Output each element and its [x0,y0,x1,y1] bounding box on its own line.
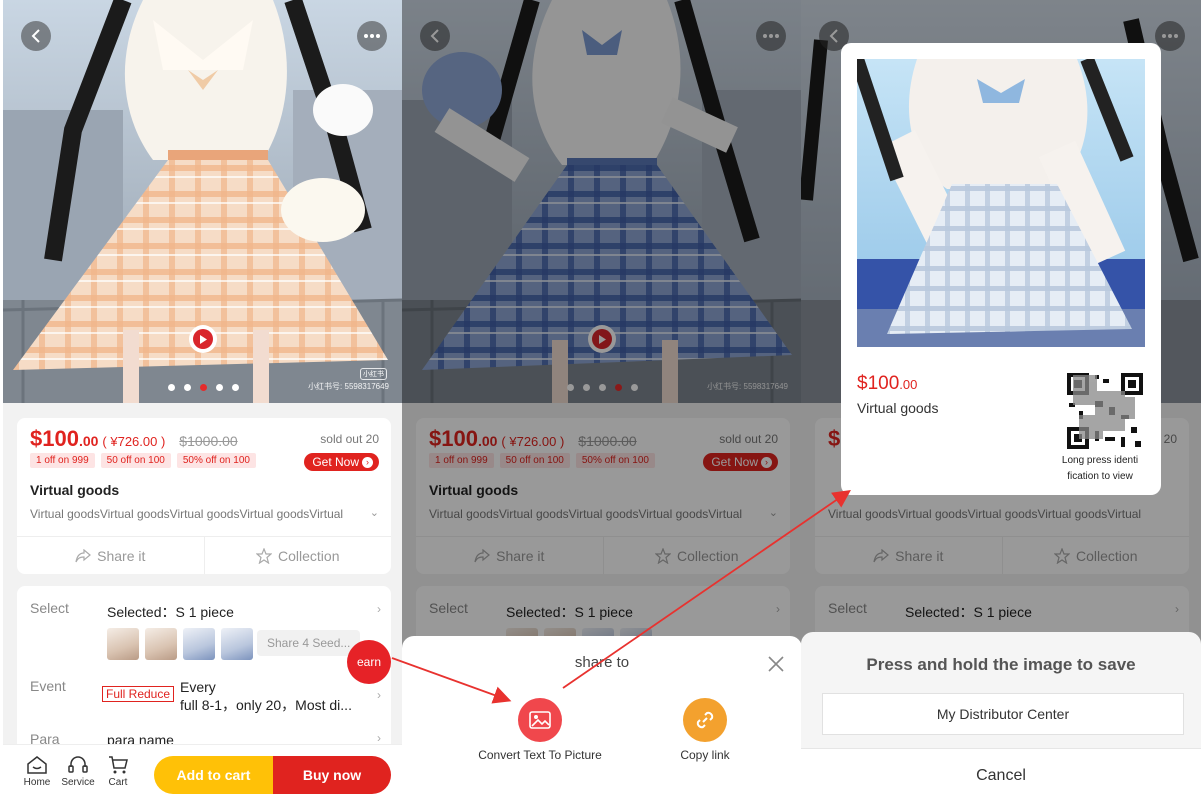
qr-code-image [1065,371,1145,451]
poster-title: Virtual goods [857,400,939,416]
coupon-list: 1 off on 999 50 off on 100 50% off on 10… [30,453,256,468]
chevron-right-icon[interactable]: › [377,602,381,616]
price-cents: .00 [78,433,99,449]
earn-button[interactable]: earn [347,640,391,684]
cart-icon [109,756,128,774]
product-description[interactable]: Virtual goodsVirtual goodsVirtual goodsV… [30,507,380,521]
price-original: $1000.00 [179,433,238,449]
price-card: $100 .00 ( ¥726.00 ) $1000.00 sold out 2… [17,418,391,574]
carousel-dot[interactable] [231,384,239,391]
carousel-dot[interactable] [167,384,175,391]
close-button[interactable] [768,656,784,677]
price-cny: ( ¥726.00 ) [102,434,166,449]
variant-thumb[interactable] [221,628,253,660]
play-icon [193,329,213,349]
share-button[interactable]: Share it [17,537,205,574]
home-icon [27,756,47,774]
product-title: Virtual goods [30,482,120,498]
collection-label: Collection [278,547,340,564]
distributor-center-button[interactable]: My Distributor Center [822,693,1184,735]
variant-thumbnails [107,628,253,660]
carousel-dot-active[interactable] [199,384,207,391]
headset-icon [68,756,88,773]
nav-service[interactable]: Service [58,755,98,788]
coupon-tag: 1 off on 999 [30,453,95,468]
convert-to-picture-option[interactable]: Convert Text To Picture [465,698,615,762]
event-label: Event [30,678,66,694]
convert-label: Convert Text To Picture [478,748,602,762]
product-photo[interactable]: 小红书 小红书号: 5598317649 [3,0,403,403]
more-dots-icon [364,34,380,38]
variant-thumb[interactable] [145,628,177,660]
chevron-right-icon: › [362,456,373,468]
coupon-tag: 50% off on 100 [176,453,256,468]
sold-count: sold out 20 [320,432,379,446]
product-screen-1: 小红书 小红书号: 5598317649 $100 .00 ( ¥726.00 … [3,0,403,803]
carousel-dot[interactable] [215,384,223,391]
expand-chevron-icon[interactable]: ⌄ [370,506,379,519]
selected-value[interactable]: Selected：S 1 piece [107,602,234,622]
poster-price-cents: .00 [899,377,918,392]
watermark-tag: 小红书 [360,368,387,380]
get-now-label: Get Now [312,455,359,469]
chevron-left-icon [31,29,40,43]
product-screen-2: 小红书号: 5598317649 $100 .00 ( ¥726.00 ) $1… [402,0,802,803]
variant-thumb[interactable] [183,628,215,660]
buy-now-button[interactable]: Buy now [273,756,391,794]
save-action-sheet: Press and hold the image to save My Dist… [801,632,1201,803]
poster-photo [857,59,1145,347]
variant-thumb[interactable] [107,628,139,660]
select-label: Select [30,600,69,616]
back-button[interactable] [21,21,51,51]
chevron-right-icon[interactable]: › [377,731,381,745]
nav-home[interactable]: Home [17,755,57,788]
cancel-button[interactable]: Cancel [801,748,1201,803]
picture-icon [518,698,562,742]
copy-link-label: Copy link [680,748,730,762]
play-video-button[interactable] [189,325,217,353]
poster-image[interactable] [857,59,1145,347]
share-label: Share it [97,547,146,564]
price-main: $100 [30,426,79,451]
share-sheet: share to Convert Text To Picture Copy li… [402,636,802,803]
poster-price: $100 .00 [857,373,917,395]
chevron-right-icon[interactable]: › [377,688,381,702]
share-sheet-title: share to [574,654,630,671]
star-icon [256,547,272,564]
qr-instruction: Long press identi fication to view [1061,455,1139,482]
coupon-tag: 50 off on 100 [100,453,171,468]
event-description[interactable]: Every full 8-1，only 20，Most di... [180,678,352,714]
carousel-dots [3,384,403,391]
bottom-action-bar: Home Service Cart Add to cart Buy now [3,744,403,803]
get-now-button[interactable]: Get Now › [304,453,379,471]
more-button[interactable] [357,21,387,51]
share-arrow-icon [75,548,92,562]
poster-price-main: $100 [857,373,900,394]
copy-link-option[interactable]: Copy link [630,698,780,762]
share-collection-row: Share it Collection [17,536,391,574]
share-poster[interactable]: $100 .00 Virtual goods Long press identi… [841,43,1161,495]
qr-code[interactable] [1065,371,1145,451]
collection-button[interactable]: Collection [205,537,392,574]
close-icon [768,656,784,672]
add-to-cart-button[interactable]: Add to cart [154,756,273,794]
link-icon [683,698,727,742]
price-row: $100 .00 ( ¥726.00 ) $1000.00 [30,426,238,452]
share-seed-pill[interactable]: Share 4 Seed... [257,630,361,656]
product-screen-3: $100 sold out 20 Virtual goodsVirtual go… [801,0,1201,803]
options-card: Select Selected：S 1 piece › Share 4 Seed… [17,586,391,756]
nav-cart[interactable]: Cart [98,755,138,788]
carousel-dot[interactable] [183,384,191,391]
full-reduce-tag: Full Reduce [102,686,175,702]
save-instruction-title: Press and hold the image to save [866,655,1136,674]
